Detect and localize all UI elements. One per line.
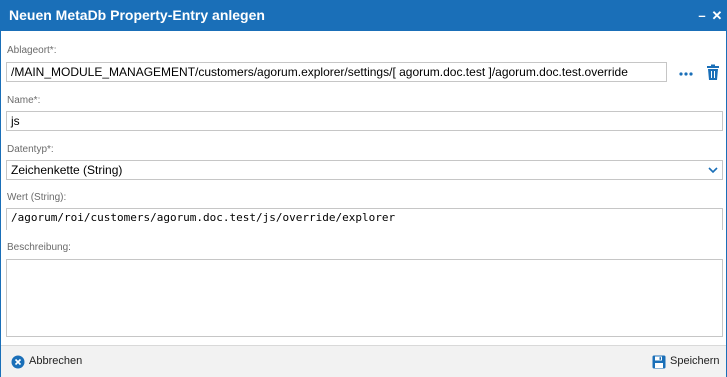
- name-field[interactable]: js: [6, 111, 723, 131]
- datentyp-value: Zeichenkette (String): [11, 163, 123, 177]
- dialog-titlebar: Neuen MetaDb Property-Entry anlegen – ✕: [1, 1, 726, 31]
- datentyp-select[interactable]: Zeichenkette (String): [6, 160, 723, 180]
- minimize-button[interactable]: –: [695, 7, 709, 25]
- cancel-circle-icon: [11, 355, 25, 369]
- save-label: Speichern: [670, 355, 720, 367]
- more-dots-icon[interactable]: [678, 67, 694, 79]
- beschreibung-textarea[interactable]: [6, 259, 723, 337]
- save-disk-icon: [652, 355, 666, 369]
- trash-icon[interactable]: [706, 64, 720, 81]
- metadb-property-dialog: Neuen MetaDb Property-Entry anlegen – ✕ …: [0, 0, 727, 377]
- dialog-title: Neuen MetaDb Property-Entry anlegen: [9, 7, 265, 23]
- wert-field[interactable]: /agorum/roi/customers/agorum.doc.test/js…: [6, 208, 723, 230]
- chevron-down-icon[interactable]: [707, 164, 719, 176]
- save-button[interactable]: Speichern: [652, 354, 720, 370]
- name-label: Name*:: [7, 95, 41, 106]
- ablageort-label: Ablageort*:: [7, 45, 57, 56]
- datentyp-label: Datentyp*:: [7, 144, 54, 155]
- wert-label: Wert (String):: [7, 192, 67, 203]
- close-button[interactable]: ✕: [710, 7, 724, 25]
- ablageort-field[interactable]: /MAIN_MODULE_MANAGEMENT/customers/agorum…: [6, 62, 667, 82]
- cancel-button[interactable]: Abbrechen: [11, 354, 86, 370]
- beschreibung-label: Beschreibung:: [7, 242, 71, 253]
- dialog-footer: Abbrechen Speichern: [1, 345, 726, 377]
- cancel-label: Abbrechen: [29, 355, 83, 367]
